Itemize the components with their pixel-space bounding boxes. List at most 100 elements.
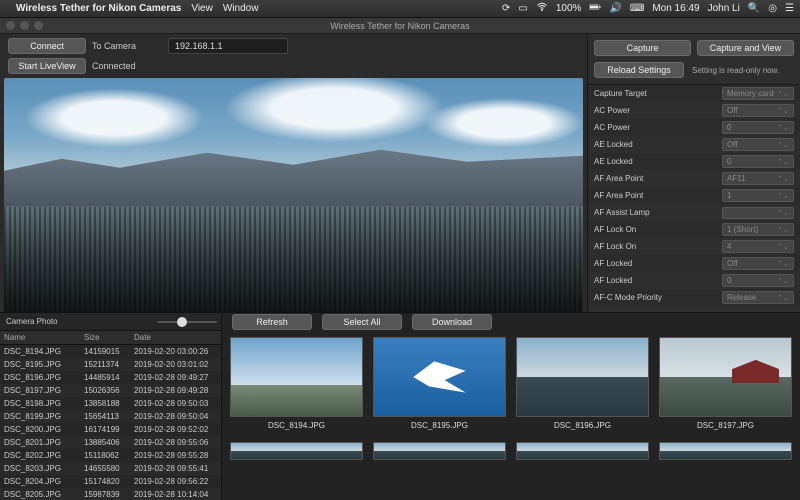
thumbnail[interactable]: DSC_8194.JPG: [230, 337, 363, 430]
download-button[interactable]: Download: [412, 314, 492, 330]
setting-value-dropdown[interactable]: 0⌃⌄: [722, 155, 794, 168]
chevron-updown-icon: ⌃⌄: [777, 124, 789, 132]
photo-row[interactable]: DSC_8199.JPG156541132019-02-28 09:50:04: [0, 410, 221, 423]
to-camera-label: To Camera: [92, 41, 162, 51]
chevron-updown-icon: ⌃⌄: [777, 226, 789, 234]
notification-icon[interactable]: ☰: [785, 3, 794, 14]
col-size[interactable]: Size: [84, 333, 134, 342]
thumbnail-size-slider[interactable]: [157, 317, 217, 327]
chevron-updown-icon: ⌃⌄: [777, 243, 789, 251]
setting-row: Capture TargetMemory card⌃⌄: [588, 85, 800, 102]
setting-value-dropdown[interactable]: Off⌃⌄: [722, 104, 794, 117]
refresh-button[interactable]: Refresh: [232, 314, 312, 330]
thumbnail-image: [516, 442, 649, 460]
photo-row[interactable]: DSC_8203.JPG146555802019-02-28 09:55:41: [0, 462, 221, 475]
col-date[interactable]: Date: [134, 333, 217, 342]
setting-value-dropdown[interactable]: 4⌃⌄: [722, 240, 794, 253]
setting-value-dropdown[interactable]: Release⌃⌄: [722, 291, 794, 304]
setting-name: AC Power: [594, 123, 722, 132]
setting-name: AF-C Mode Priority: [594, 293, 722, 302]
setting-row: AF LockedOff⌃⌄: [588, 255, 800, 272]
traffic-lights[interactable]: [6, 21, 43, 30]
capture-and-view-button[interactable]: Capture and View: [697, 40, 794, 56]
setting-row: AC PowerOff⌃⌄: [588, 102, 800, 119]
setting-value-dropdown[interactable]: 0⌃⌄: [722, 121, 794, 134]
photo-table-body[interactable]: DSC_8194.JPG141590152019-02-20 03:00:26D…: [0, 345, 221, 500]
display-icon[interactable]: ▭: [518, 3, 527, 14]
photo-row[interactable]: DSC_8200.JPG161741992019-02-28 09:52:02: [0, 423, 221, 436]
thumbnail[interactable]: [516, 442, 649, 460]
connect-button[interactable]: Connect: [8, 38, 86, 54]
thumbnail[interactable]: DSC_8197.JPG: [659, 337, 792, 430]
setting-value-dropdown[interactable]: Memory card⌃⌄: [722, 87, 794, 100]
setting-row: AF Area PointAF11⌃⌄: [588, 170, 800, 187]
thumbnail-caption: DSC_8194.JPG: [268, 421, 325, 430]
mac-menubar: Wireless Tether for Nikon Cameras View W…: [0, 0, 800, 18]
chevron-updown-icon: ⌃⌄: [777, 141, 789, 149]
chevron-updown-icon: ⌃⌄: [777, 175, 789, 183]
capture-button[interactable]: Capture: [594, 40, 691, 56]
setting-value-dropdown[interactable]: Off⌃⌄: [722, 257, 794, 270]
photo-row[interactable]: DSC_8204.JPG151748202019-02-28 09:56:22: [0, 475, 221, 488]
clock[interactable]: Mon 16:49: [652, 3, 699, 14]
readonly-notice: Setting is read-only now.: [692, 66, 779, 75]
menu-window[interactable]: Window: [223, 3, 259, 14]
thumbnail-image: [373, 337, 506, 417]
setting-name: AF Locked: [594, 276, 722, 285]
thumbnail-image: [230, 337, 363, 417]
setting-name: AF Assist Lamp: [594, 208, 722, 217]
thumbnail[interactable]: [230, 442, 363, 460]
setting-value-dropdown[interactable]: 0⌃⌄: [722, 274, 794, 287]
settings-list: Capture TargetMemory card⌃⌄AC PowerOff⌃⌄…: [588, 84, 800, 312]
app-title[interactable]: Wireless Tether for Nikon Cameras: [16, 3, 181, 14]
photo-row[interactable]: DSC_8195.JPG152113742019-02-20 03:01:02: [0, 358, 221, 371]
connection-status: Connected: [92, 61, 162, 71]
thumbnail-caption: DSC_8196.JPG: [554, 421, 611, 430]
spotlight-icon[interactable]: 🔍: [748, 3, 760, 14]
thumbnail-image: [659, 442, 792, 460]
thumbnail-grid: DSC_8194.JPG DSC_8195.JPG DSC_8196.JPG DSC_…: [222, 331, 800, 436]
setting-name: AC Power: [594, 106, 722, 115]
thumbnail-caption: DSC_8195.JPG: [411, 421, 468, 430]
photo-row[interactable]: DSC_8205.JPG159878392019-02-28 10:14:04: [0, 488, 221, 500]
ip-input[interactable]: [168, 38, 288, 54]
wifi-icon[interactable]: [536, 1, 548, 16]
setting-value-dropdown[interactable]: 1⌃⌄: [722, 189, 794, 202]
camera-photo-label: Camera Photo: [6, 317, 58, 326]
col-name[interactable]: Name: [4, 333, 84, 342]
photo-row[interactable]: DSC_8197.JPG150263562019-02-28 09:49:28: [0, 384, 221, 397]
setting-name: AF Lock On: [594, 242, 722, 251]
select-all-button[interactable]: Select All: [322, 314, 402, 330]
photo-row[interactable]: DSC_8196.JPG144859142019-02-28 09:49:27: [0, 371, 221, 384]
photo-row[interactable]: DSC_8201.JPG138854062019-02-28 09:55:06: [0, 436, 221, 449]
setting-value-dropdown[interactable]: Off⌃⌄: [722, 138, 794, 151]
window-title: Wireless Tether for Nikon Cameras: [330, 21, 469, 31]
volume-icon[interactable]: 🔊: [609, 3, 621, 14]
setting-value-dropdown[interactable]: 1 (Short)⌃⌄: [722, 223, 794, 236]
user-name[interactable]: John Li: [708, 3, 740, 14]
thumbnail-grid-row2: [222, 436, 800, 500]
setting-name: AF Locked: [594, 259, 722, 268]
setting-value-dropdown[interactable]: ⌃⌄: [722, 207, 794, 219]
menu-view[interactable]: View: [191, 3, 213, 14]
thumbnail[interactable]: DSC_8196.JPG: [516, 337, 649, 430]
setting-row: AF Lock On1 (Short)⌃⌄: [588, 221, 800, 238]
photo-row[interactable]: DSC_8198.JPG138581882019-02-28 09:50:03: [0, 397, 221, 410]
setting-value-dropdown[interactable]: AF11⌃⌄: [722, 172, 794, 185]
photo-row[interactable]: DSC_8202.JPG151180622019-02-28 09:55:28: [0, 449, 221, 462]
thumbnail[interactable]: [373, 442, 506, 460]
thumbnail[interactable]: [659, 442, 792, 460]
chevron-updown-icon: ⌃⌄: [777, 209, 789, 217]
siri-icon[interactable]: ◎: [768, 3, 777, 14]
thumbnail[interactable]: DSC_8195.JPG: [373, 337, 506, 430]
input-icon[interactable]: ⌨︎: [630, 3, 644, 14]
thumbnail-caption: DSC_8197.JPG: [697, 421, 754, 430]
reload-settings-button[interactable]: Reload Settings: [594, 62, 684, 78]
start-liveview-button[interactable]: Start LiveView: [8, 58, 86, 74]
chevron-updown-icon: ⌃⌄: [777, 260, 789, 268]
sync-icon[interactable]: ⟳: [502, 3, 510, 14]
photo-row[interactable]: DSC_8194.JPG141590152019-02-20 03:00:26: [0, 345, 221, 358]
setting-row: AE Locked0⌃⌄: [588, 153, 800, 170]
setting-row: AF Locked0⌃⌄: [588, 272, 800, 289]
battery-icon[interactable]: [589, 1, 601, 16]
